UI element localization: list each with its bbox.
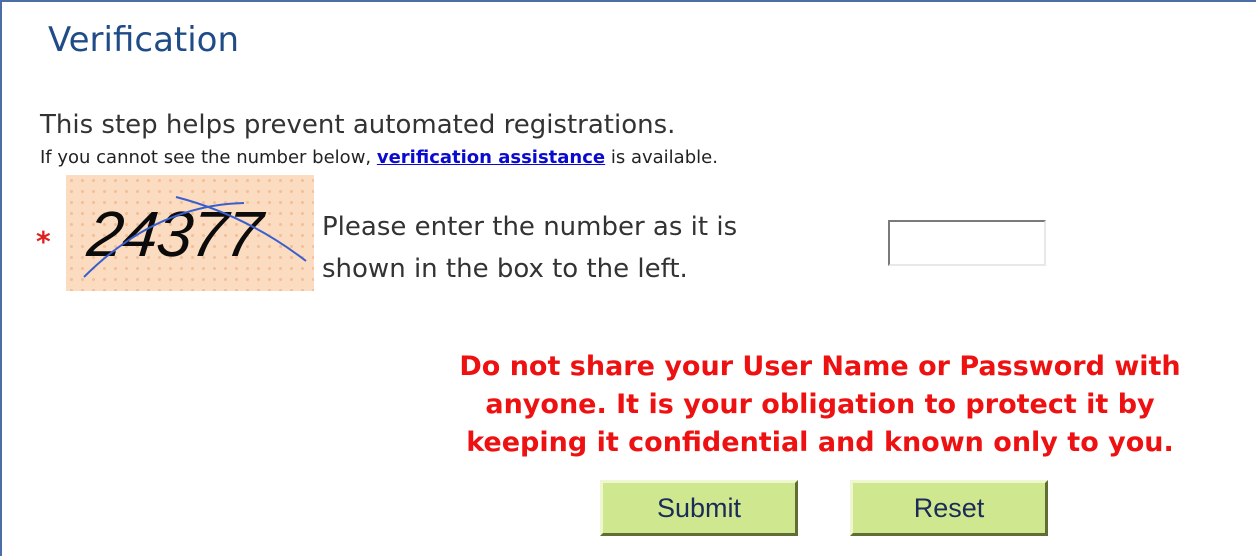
- captcha-strike-lines: [83, 196, 307, 278]
- help-text: If you cannot see the number below, veri…: [40, 147, 718, 168]
- captcha-image: 24377: [66, 175, 314, 291]
- security-warning: Do not share your User Name or Password …: [380, 348, 1258, 462]
- captcha-input[interactable]: [888, 220, 1046, 266]
- captcha-prompt-line1: Please enter the number as it is: [322, 212, 738, 242]
- required-asterisk: *: [36, 225, 51, 258]
- submit-button[interactable]: Submit: [600, 480, 798, 536]
- warning-line2: anyone. It is your obligation to protect…: [485, 389, 1155, 420]
- reset-button[interactable]: Reset: [850, 480, 1048, 536]
- warning-line1: Do not share your User Name or Password …: [459, 351, 1181, 382]
- page-title: Verification: [48, 20, 240, 60]
- warning-line3: keeping it confidential and known only t…: [466, 427, 1174, 458]
- captcha-prompt-line2: shown in the box to the left.: [322, 254, 688, 284]
- verification-assistance-link[interactable]: verification assistance: [377, 147, 605, 168]
- help-prefix: If you cannot see the number below,: [40, 147, 377, 168]
- help-suffix: is available.: [605, 147, 718, 168]
- captcha-prompt: Please enter the number as it is shown i…: [322, 206, 737, 290]
- intro-text: This step helps prevent automated regist…: [40, 110, 676, 140]
